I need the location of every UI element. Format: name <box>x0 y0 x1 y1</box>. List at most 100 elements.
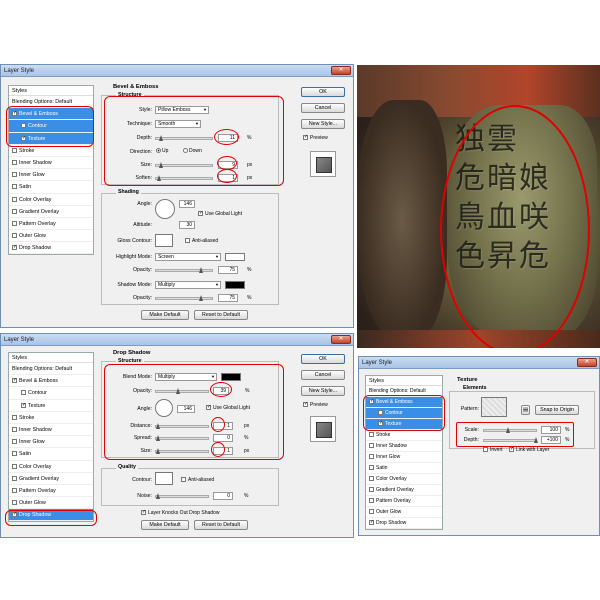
style-item[interactable]: Inner Glow <box>366 452 442 463</box>
soften-slider[interactable] <box>155 175 213 181</box>
highlight-opacity-slider[interactable] <box>155 267 213 273</box>
style-item-checkbox[interactable] <box>369 476 374 482</box>
close-button[interactable]: ✕ <box>331 66 351 75</box>
opacity-slider[interactable] <box>155 388 209 394</box>
noise-slider[interactable] <box>155 493 209 499</box>
style-item-checkbox[interactable]: ✓ <box>21 402 26 408</box>
shadow-color-swatch[interactable] <box>221 373 241 381</box>
style-select[interactable]: Pillow Emboss ▼ <box>155 106 209 114</box>
distance-slider[interactable] <box>155 423 209 429</box>
make-default-button[interactable]: Make Default <box>141 520 189 530</box>
noise-input[interactable]: 0 <box>213 492 233 500</box>
direction-up-radio[interactable]: Up <box>156 148 168 154</box>
pattern-picker[interactable] <box>481 397 507 417</box>
altitude-input[interactable]: 30 <box>179 221 195 229</box>
direction-down-radio[interactable]: Down <box>183 148 202 154</box>
angle-dial[interactable] <box>155 199 175 219</box>
style-item-checkbox[interactable] <box>12 500 17 506</box>
snap-to-origin-button[interactable]: Snap to Origin <box>535 405 579 415</box>
style-item-checkbox[interactable] <box>12 414 17 420</box>
highlight-color-swatch[interactable] <box>225 253 245 261</box>
style-item[interactable]: Outer Glow <box>9 497 93 510</box>
preview-checkbox[interactable]: ✓ Preview <box>303 135 328 141</box>
new-style-button[interactable]: New Style... <box>301 386 345 396</box>
style-item[interactable]: Stroke <box>9 412 93 424</box>
spread-slider[interactable] <box>155 435 209 441</box>
style-item-checkbox[interactable] <box>369 454 374 460</box>
style-item[interactable]: Contour <box>9 387 93 400</box>
invert-checkbox[interactable]: Invert <box>483 447 503 453</box>
anti-aliased-checkbox[interactable]: Anti-aliased <box>181 477 214 483</box>
style-item[interactable]: Inner Shadow <box>366 441 442 452</box>
style-item[interactable]: Satin <box>9 448 93 461</box>
style-item-checkbox[interactable]: ✓ <box>12 245 17 251</box>
contour-picker[interactable] <box>155 472 173 485</box>
style-item-checkbox[interactable] <box>369 498 374 504</box>
cancel-button[interactable]: Cancel <box>301 103 345 113</box>
depth-slider[interactable] <box>155 135 213 141</box>
technique-select[interactable]: Smooth ▼ <box>155 120 201 128</box>
style-item[interactable]: Satin <box>9 181 93 194</box>
style-item[interactable]: Color Overlay <box>366 474 442 485</box>
style-item-checkbox[interactable] <box>12 427 17 433</box>
style-item-checkbox[interactable] <box>12 451 17 457</box>
style-item[interactable]: Gradient Overlay <box>9 206 93 218</box>
style-item[interactable]: Inner Glow <box>9 169 93 182</box>
blend-mode-select[interactable]: Multiply ▼ <box>155 373 217 381</box>
style-item[interactable]: Blending Options: Default <box>9 363 93 376</box>
style-item[interactable]: Gradient Overlay <box>366 485 442 496</box>
style-item-checkbox[interactable] <box>369 443 374 449</box>
layer-knocks-out-checkbox[interactable]: ✓ Layer Knocks Out Drop Shadow <box>141 510 219 516</box>
highlight-mode-select[interactable]: Screen ▼ <box>155 253 221 261</box>
style-item[interactable]: Pattern Overlay <box>9 485 93 498</box>
style-item-checkbox[interactable] <box>12 475 17 481</box>
style-item[interactable]: Inner Glow <box>9 436 93 449</box>
gloss-contour-picker[interactable] <box>155 234 173 247</box>
new-preset-icon[interactable]: ▤ <box>521 405 530 415</box>
style-item[interactable]: Color Overlay <box>9 461 93 473</box>
style-item-checkbox[interactable]: ✓ <box>12 378 17 384</box>
make-default-button[interactable]: Make Default <box>141 310 189 320</box>
style-item[interactable]: ✓ Drop Shadow <box>9 242 93 255</box>
shadow-mode-select[interactable]: Multiply ▼ <box>155 281 221 289</box>
ok-button[interactable]: OK <box>301 354 345 364</box>
style-item[interactable]: Outer Glow <box>366 507 442 518</box>
style-item-checkbox[interactable] <box>12 184 17 190</box>
style-item[interactable]: Color Overlay <box>9 194 93 206</box>
style-item[interactable]: Satin <box>366 463 442 474</box>
style-item[interactable]: Inner Shadow <box>9 424 93 437</box>
highlight-opacity-input[interactable]: 75 <box>218 266 238 274</box>
style-item[interactable]: ✓ Bevel & Emboss <box>9 375 93 388</box>
style-item-checkbox[interactable] <box>12 233 17 239</box>
styles-header[interactable]: Styles <box>9 353 93 363</box>
style-item[interactable]: ✓ Drop Shadow <box>366 518 442 529</box>
use-global-light-checkbox[interactable]: ✓ Use Global Light <box>206 405 250 411</box>
style-item-checkbox[interactable]: ✓ <box>369 520 374 526</box>
angle-dial[interactable] <box>155 399 173 417</box>
style-item-checkbox[interactable] <box>21 390 26 396</box>
use-global-light-checkbox[interactable]: ✓ Use Global Light <box>198 211 242 217</box>
reset-to-default-button[interactable]: Reset to Default <box>194 520 248 530</box>
style-item-checkbox[interactable] <box>12 160 17 166</box>
style-item[interactable]: Stroke <box>366 430 442 441</box>
style-item[interactable]: Gradient Overlay <box>9 473 93 485</box>
styles-header[interactable]: Styles <box>366 376 442 386</box>
style-item-checkbox[interactable] <box>12 147 17 153</box>
style-item-checkbox[interactable] <box>12 220 17 226</box>
style-item-checkbox[interactable] <box>12 172 17 178</box>
style-item-checkbox[interactable] <box>369 465 374 471</box>
style-item-checkbox[interactable] <box>369 432 374 438</box>
cancel-button[interactable]: Cancel <box>301 370 345 380</box>
style-item[interactable]: Outer Glow <box>9 230 93 243</box>
reset-to-default-button[interactable]: Reset to Default <box>194 310 248 320</box>
spread-input[interactable]: 0 <box>213 434 233 442</box>
style-item[interactable]: Inner Shadow <box>9 157 93 170</box>
style-item-checkbox[interactable] <box>12 463 17 469</box>
style-item[interactable]: ✓ Texture <box>9 400 93 412</box>
shadow-opacity-input[interactable]: 75 <box>218 294 238 302</box>
angle-input[interactable]: 146 <box>177 405 195 413</box>
shadow-opacity-slider[interactable] <box>155 295 213 301</box>
style-item-checkbox[interactable] <box>12 487 17 493</box>
size-slider[interactable] <box>155 162 213 168</box>
styles-header[interactable]: Styles <box>9 86 93 96</box>
